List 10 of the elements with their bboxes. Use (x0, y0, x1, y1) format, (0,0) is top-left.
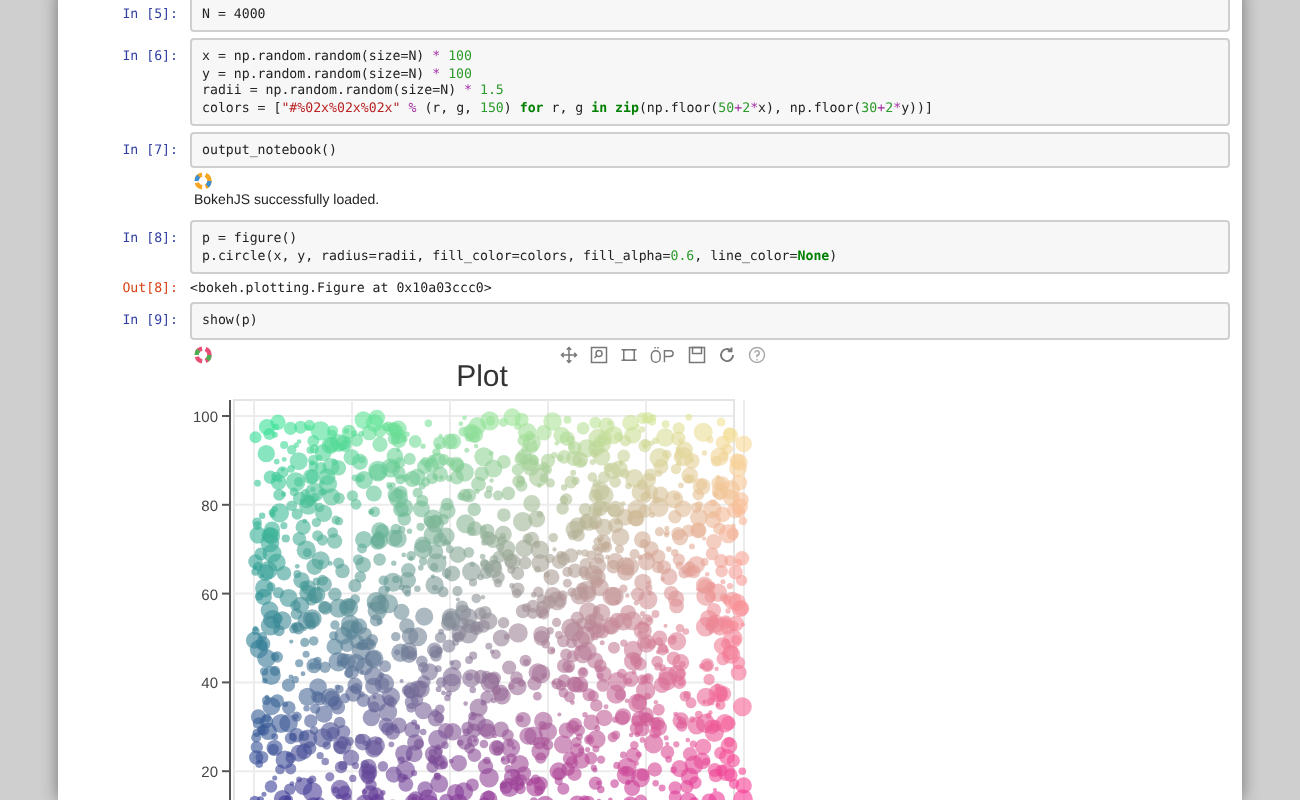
box-zoom-icon[interactable] (620, 345, 638, 364)
zoom-icon[interactable] (590, 345, 608, 364)
bokeh-logo-icon (194, 345, 212, 364)
resize-icon[interactable] (650, 345, 676, 364)
pan-icon[interactable] (560, 345, 578, 364)
reset-icon[interactable] (718, 345, 736, 364)
plot-title: Plot (456, 359, 508, 394)
help-icon[interactable] (748, 345, 766, 364)
bokeh-logo-icon (194, 172, 212, 191)
save-icon[interactable] (688, 345, 706, 364)
